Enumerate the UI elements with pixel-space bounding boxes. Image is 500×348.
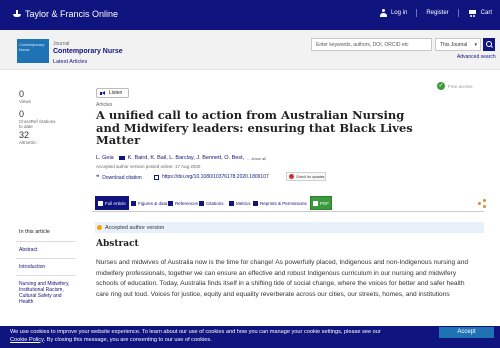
crossref-label: CrossRef citations to date	[19, 119, 56, 129]
author-links[interactable]: K. Baird, K. Bail, L. Barclay, J. Bennet…	[128, 155, 244, 161]
pdf-label: PDF	[320, 200, 329, 206]
top-bar: Taylor & Francis Online Log in Register …	[0, 0, 500, 30]
tab-label: Metrics	[236, 200, 251, 206]
register-label: Register	[426, 10, 449, 16]
crossref-count: 0	[19, 109, 25, 119]
top-nav: Log in Register Cart	[379, 9, 492, 17]
bar-chart-icon	[229, 200, 234, 206]
scope-value: This Journal	[440, 42, 468, 48]
download-citation-label: Download citation	[102, 174, 142, 181]
search-scope-select[interactable]: This Journal ▾	[435, 38, 481, 51]
altmetric-metric[interactable]: 32 Altmetric	[19, 130, 37, 145]
tab-label: Full Article	[105, 200, 126, 206]
journal-label: Journal	[53, 41, 70, 47]
crossref-metric[interactable]: 0 CrossRef citations to date	[19, 109, 59, 129]
doi-url: https://doi.org/10.1080/10376178.2020.18…	[162, 174, 269, 180]
cookie-text: We use cookies to improve your website e…	[10, 329, 381, 335]
cart-icon	[468, 9, 477, 17]
views-count: 0	[19, 89, 25, 99]
outline-item-nursing[interactable]: Nursing and Midwifery, Institutional Rac…	[16, 275, 76, 310]
accepted-version-label: Accepted author version	[105, 224, 165, 231]
altmetric-score: 32	[19, 130, 30, 140]
quote-icon: ❝	[96, 175, 100, 181]
advanced-search-link[interactable]: Advanced search	[457, 54, 496, 60]
cookie-policy-link[interactable]: Cookie Policy	[10, 337, 43, 343]
document-icon	[98, 200, 103, 206]
crossmark-label: Check for updates	[296, 174, 325, 179]
speaker-icon	[100, 90, 106, 96]
in-this-article-heading: In this article	[19, 229, 50, 235]
book-icon	[168, 200, 173, 206]
cart-label: Cart	[480, 10, 492, 16]
listen-label: Listen	[109, 90, 123, 96]
download-citation-link[interactable]: ❝ Download citation	[96, 174, 142, 182]
accepted-version-bar: Accepted author version	[95, 222, 484, 233]
tab-reprints[interactable]: Reprints & Permissions	[251, 196, 309, 210]
pdf-icon	[313, 200, 318, 206]
author-link[interactable]: L. Geia	[96, 155, 114, 161]
abstract-heading: Abstract	[96, 239, 139, 249]
tab-metrics[interactable]: Metrics	[227, 196, 253, 210]
login-label: Log in	[390, 10, 408, 16]
lamp-icon	[12, 9, 22, 19]
abstract-text: Nurses and midwives of Australia now is …	[96, 259, 469, 298]
search-input[interactable]	[311, 38, 432, 51]
tab-label: References	[175, 200, 199, 206]
tab-figures[interactable]: Figures & data	[129, 196, 169, 210]
info-dot-icon	[97, 225, 102, 230]
outline-item-introduction[interactable]: Introduction	[16, 258, 76, 275]
free-access-badge: ✓ Free access	[437, 82, 473, 90]
journal-cover[interactable]: Contemporary Nurse	[17, 39, 49, 63]
crossmark-icon	[289, 174, 294, 179]
brand-logo[interactable]: Taylor & Francis Online	[12, 9, 118, 19]
article-title: A unified call to action from Australian…	[96, 108, 413, 147]
register-link[interactable]: Register	[426, 10, 448, 16]
share-icon[interactable]	[478, 199, 486, 207]
outline-item-abstract[interactable]: Abstract	[16, 241, 76, 258]
user-icon	[379, 9, 387, 17]
views-label: Views	[19, 99, 31, 104]
free-access-label: Free access	[448, 83, 473, 89]
login-link[interactable]: Log in	[379, 9, 408, 17]
cookie-banner: We use cookies to improve your website e…	[0, 326, 500, 348]
tab-references[interactable]: References	[166, 196, 200, 210]
external-link-icon	[154, 174, 159, 180]
accepted-date-note: Accepted author version posted online: 1…	[96, 164, 201, 169]
tab-citations[interactable]: Citations	[197, 196, 226, 210]
cart-link[interactable]: Cart	[468, 9, 492, 17]
tab-full-article[interactable]: Full Article	[95, 196, 129, 210]
show-all-authors-link[interactable]: ... show all	[247, 156, 266, 161]
author-list: L. Geia K. Baird, K. Bail, L. Barclay, J…	[96, 155, 266, 161]
latest-articles-link[interactable]: Latest Articles	[53, 59, 87, 65]
accept-cookies-button[interactable]: Accept	[439, 327, 494, 338]
journal-title[interactable]: Contemporary Nurse	[53, 48, 123, 55]
tab-label: Reprints & Permissions	[260, 200, 307, 206]
tab-label: Figures & data	[138, 200, 168, 206]
cookie-text-2: . By closing this message, you are conse…	[43, 336, 212, 343]
crossmark-button[interactable]: Check for updates	[286, 172, 326, 181]
envelope-icon[interactable]	[118, 156, 125, 160]
divider	[416, 9, 418, 17]
doi-link[interactable]: https://doi.org/10.1080/10376178.2020.18…	[154, 174, 269, 180]
citation-icon	[199, 200, 204, 206]
altmetric-label: Altmetric	[19, 140, 37, 145]
views-metric: 0 Views	[19, 89, 31, 104]
pdf-button[interactable]: PDF	[310, 196, 332, 210]
listen-button[interactable]: Listen	[96, 88, 129, 98]
lock-icon	[253, 200, 258, 206]
tab-label: Citations	[206, 200, 224, 206]
chevron-down-icon: ▾	[474, 42, 477, 48]
check-icon: ✓	[437, 82, 445, 90]
search-button[interactable]	[483, 38, 495, 51]
divider	[457, 9, 459, 17]
image-icon	[131, 200, 136, 206]
article-outline: Abstract Introduction Nursing and Midwif…	[16, 241, 76, 310]
brand-name: Taylor & Francis Online	[25, 9, 119, 19]
